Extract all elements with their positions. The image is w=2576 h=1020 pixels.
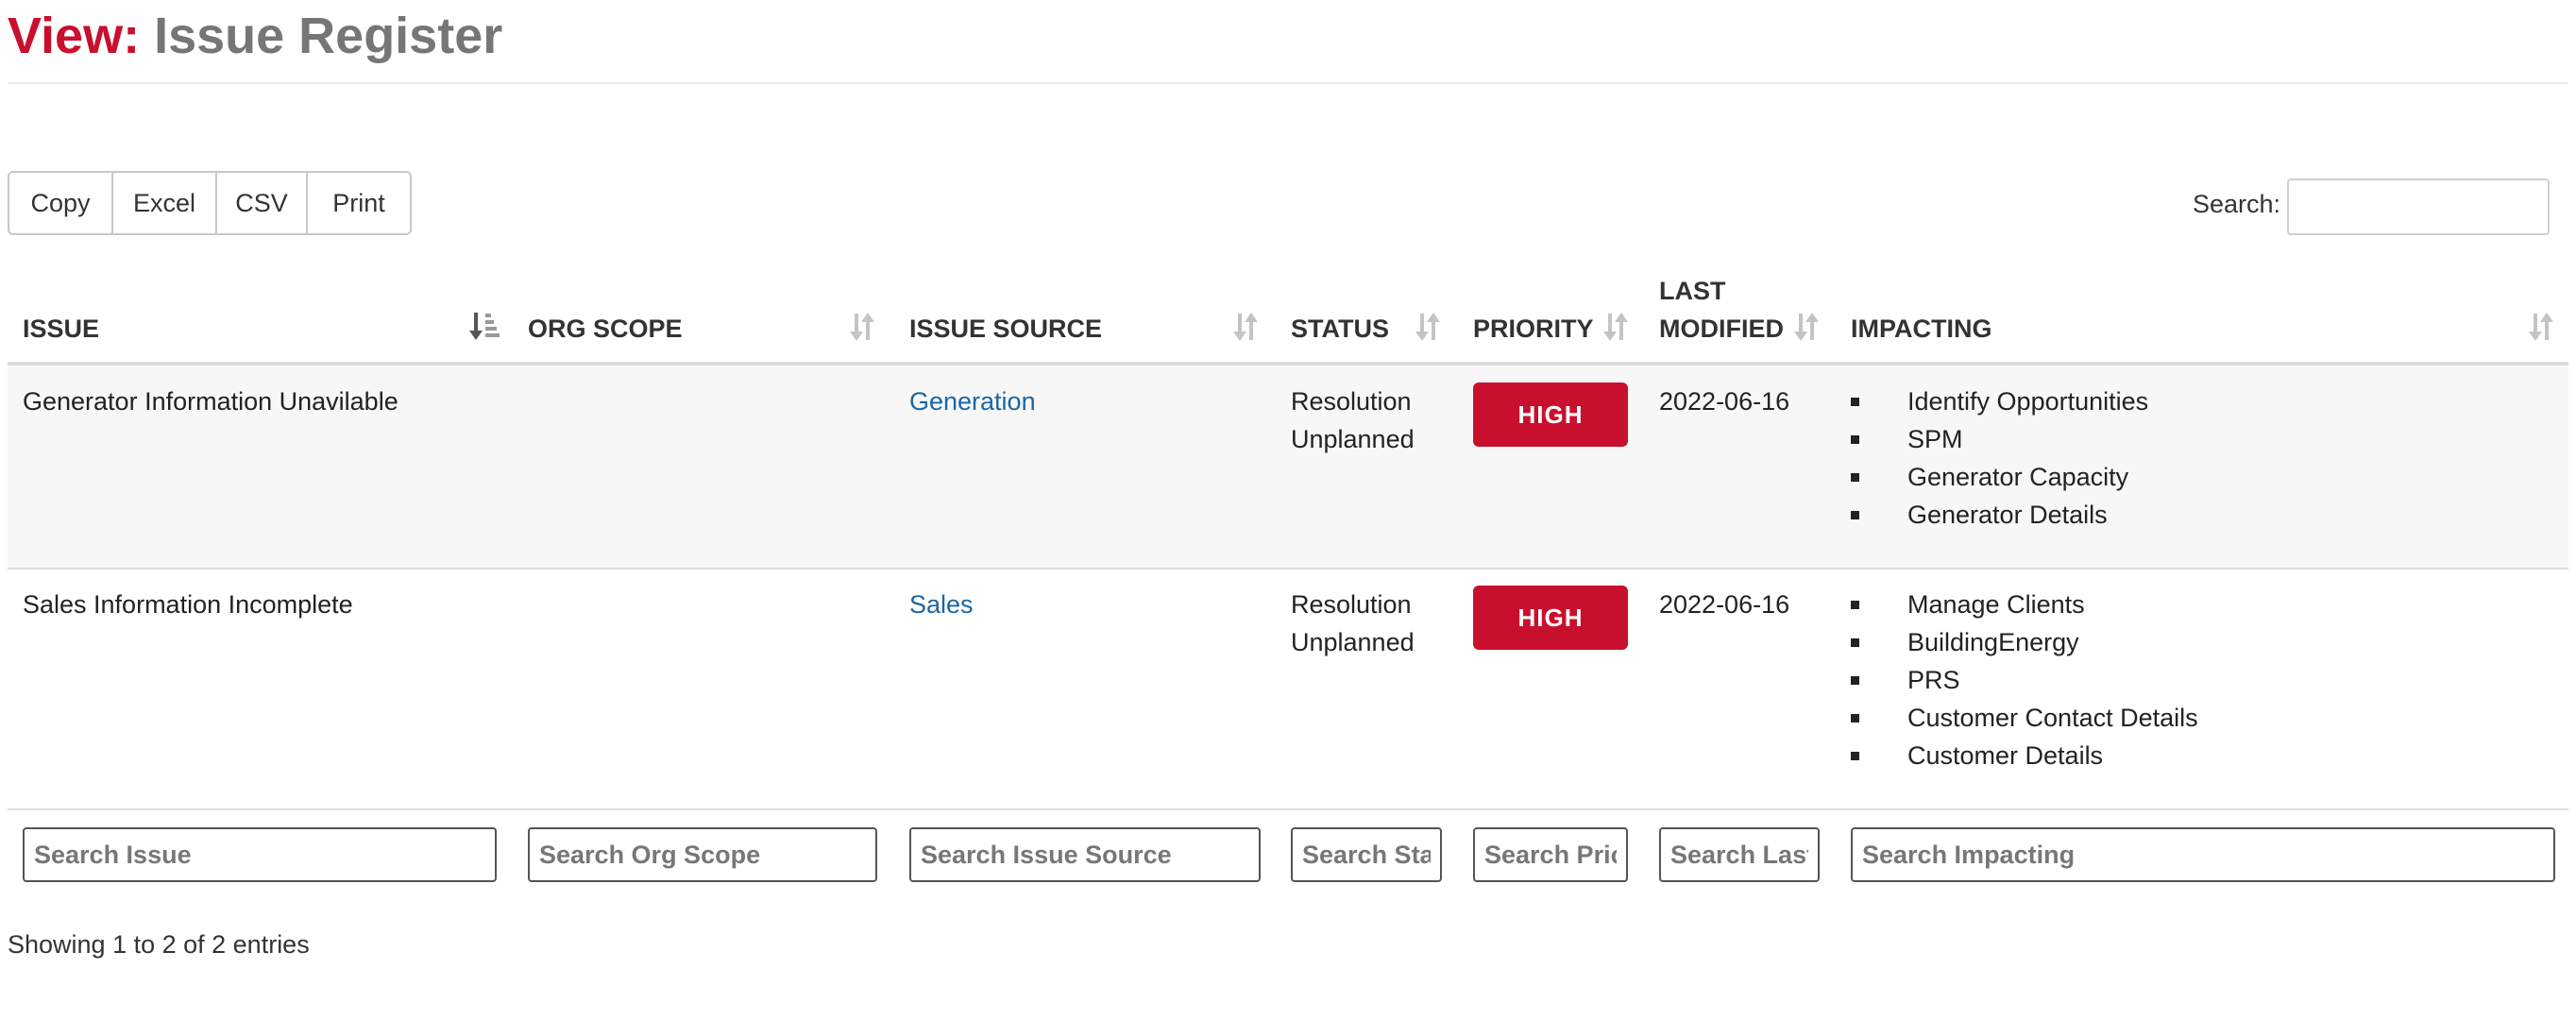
issue-cell: Generator Information Unavilable (23, 387, 398, 416)
last-modified-cell: 2022-06-16 (1659, 590, 1790, 619)
title-divider (8, 82, 2568, 84)
impacting-item: SPM (1851, 420, 2148, 458)
column-header-last-modified-line1[interactable]: LAST (1659, 272, 1726, 310)
last-modified-cell: 2022-06-16 (1659, 387, 1790, 416)
sort-both-icon[interactable] (848, 312, 876, 342)
column-header-status[interactable]: STATUS (1291, 310, 1389, 348)
sort-both-icon[interactable] (1231, 312, 1260, 342)
column-header-org-scope[interactable]: ORG SCOPE (528, 310, 683, 348)
status-cell-line2: Unplanned (1291, 425, 1415, 453)
search-label: Search: (2193, 190, 2281, 218)
impacting-item: Identify Opportunities (1851, 382, 2148, 420)
issue-register-page: View: Issue Register Copy Excel CSV Prin… (0, 0, 2576, 1020)
column-header-issue-source[interactable]: ISSUE SOURCE (909, 310, 1102, 348)
impacting-item: Generator Details (1851, 496, 2148, 534)
impacting-item: Customer Details (1851, 737, 2198, 774)
filter-issue-input[interactable] (23, 827, 497, 882)
export-button-group: Copy Excel CSV Print (8, 171, 412, 235)
status-cell-line1: Resolution (1291, 590, 1412, 619)
filter-priority-input[interactable] (1473, 827, 1628, 882)
filter-last-modified-input[interactable] (1659, 827, 1820, 882)
title-name: Issue Register (154, 8, 503, 64)
page-title: View: Issue Register (8, 4, 502, 68)
sort-both-icon[interactable] (1414, 312, 1442, 342)
csv-button[interactable]: CSV (217, 173, 308, 233)
excel-button[interactable]: Excel (113, 173, 217, 233)
copy-button[interactable]: Copy (9, 173, 113, 233)
impacting-item: BuildingEnergy (1851, 623, 2198, 661)
status-cell-line1: Resolution (1291, 387, 1412, 416)
filter-status-input[interactable] (1291, 827, 1442, 882)
priority-badge: HIGH (1473, 586, 1628, 650)
sort-both-icon[interactable] (1792, 312, 1821, 342)
impacting-item: Generator Capacity (1851, 458, 2148, 496)
issue-cell: Sales Information Incomplete (23, 590, 353, 619)
search-input[interactable] (2287, 178, 2550, 235)
column-header-last-modified-line2[interactable]: MODIFIED (1659, 310, 1784, 348)
title-prefix: View: (8, 8, 141, 64)
sort-ascending-icon[interactable] (468, 310, 500, 342)
sort-both-icon[interactable] (1602, 312, 1630, 342)
column-header-issue[interactable]: ISSUE (23, 310, 99, 348)
sort-both-icon[interactable] (2527, 312, 2555, 342)
row-divider (8, 808, 2568, 810)
issue-source-link[interactable]: Generation (909, 382, 1036, 420)
impacting-item: Manage Clients (1851, 586, 2198, 623)
column-header-priority[interactable]: PRIORITY (1473, 310, 1594, 348)
filter-org-scope-input[interactable] (528, 827, 877, 882)
table-info: Showing 1 to 2 of 2 entries (8, 930, 310, 959)
impacting-list: Manage Clients BuildingEnergy PRS Custom… (1851, 586, 2198, 774)
impacting-item: PRS (1851, 661, 2198, 699)
filter-issue-source-input[interactable] (909, 827, 1261, 882)
filter-impacting-input[interactable] (1851, 827, 2555, 882)
impacting-list: Identify Opportunities SPM Generator Cap… (1851, 382, 2148, 534)
print-button[interactable]: Print (308, 173, 410, 233)
priority-badge: HIGH (1473, 382, 1628, 447)
impacting-item: Customer Contact Details (1851, 699, 2198, 737)
status-cell-line2: Unplanned (1291, 628, 1415, 656)
issue-source-link[interactable]: Sales (909, 586, 974, 623)
column-header-impacting[interactable]: IMPACTING (1851, 310, 1992, 348)
